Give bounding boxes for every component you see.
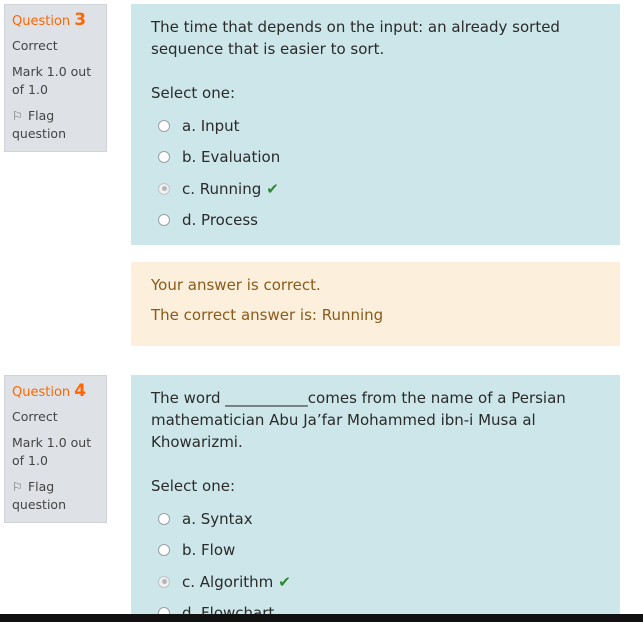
question-grade: Mark 1.0 out of 1.0 — [12, 64, 92, 97]
answer-option-a[interactable]: a. Syntax — [151, 503, 600, 535]
correct-answer-text: The correct answer is: Running — [151, 306, 384, 324]
question-text: The word ___________comes from the name … — [151, 389, 566, 451]
radio-button[interactable] — [158, 119, 170, 132]
answer-label: a. Input — [182, 116, 240, 135]
answer-option-b[interactable]: b. Evaluation — [151, 142, 600, 174]
answer-label: b. Evaluation — [182, 148, 281, 167]
question-state: Correct — [12, 409, 58, 424]
feedback-outcome: Your answer is correct. — [151, 276, 321, 294]
question-number-value: 4 — [74, 381, 87, 401]
question-label: Question — [12, 385, 71, 400]
question-number: Question 3 — [12, 11, 99, 31]
answer-label: a. Syntax — [182, 509, 253, 528]
flag-icon: ⚐ — [12, 109, 23, 123]
question-formulation-4: The word ___________comes from the name … — [131, 375, 620, 622]
question-label: Question — [12, 14, 71, 29]
answer-label: b. Flow — [182, 541, 236, 560]
radio-button-selected[interactable] — [158, 575, 170, 588]
answer-label: d. Process — [182, 211, 258, 230]
question-state: Correct — [12, 38, 58, 53]
flag-icon: ⚐ — [12, 480, 23, 494]
radio-button[interactable] — [158, 151, 170, 164]
taskbar-strip — [0, 614, 643, 622]
question-number-value: 3 — [74, 10, 87, 30]
select-one-prompt: Select one: — [151, 84, 236, 102]
radio-button[interactable] — [158, 512, 170, 525]
answer-option-c[interactable]: c. Algorithm ✔ — [151, 566, 600, 598]
answer-option-a[interactable]: a. Input — [151, 110, 600, 142]
question-grade: Mark 1.0 out of 1.0 — [12, 435, 92, 468]
question-number: Question 4 — [12, 382, 99, 402]
question-formulation-3: The time that depends on the input: an a… — [131, 4, 620, 245]
question-feedback-3: Your answer is correct. The correct answ… — [131, 262, 620, 346]
answer-label: c. Running — [182, 179, 262, 198]
flag-question-link[interactable]: ⚐ Flag question — [12, 107, 99, 143]
check-icon: ✔ — [266, 179, 279, 198]
question-info-4: Question 4 Correct Mark 1.0 out of 1.0 ⚐… — [4, 375, 107, 523]
check-icon: ✔ — [278, 572, 291, 591]
quiz-review-page: Question 3 Correct Mark 1.0 out of 1.0 ⚐… — [0, 0, 643, 622]
radio-button[interactable] — [158, 214, 170, 227]
answer-option-c[interactable]: c. Running ✔ — [151, 173, 600, 205]
question-text: The time that depends on the input: an a… — [151, 18, 560, 58]
answer-label: c. Algorithm — [182, 572, 274, 591]
select-one-prompt: Select one: — [151, 477, 236, 495]
answer-option-d[interactable]: d. Process — [151, 205, 600, 237]
radio-button-selected[interactable] — [158, 182, 170, 195]
flag-question-link[interactable]: ⚐ Flag question — [12, 478, 99, 514]
question-info-3: Question 3 Correct Mark 1.0 out of 1.0 ⚐… — [4, 4, 107, 152]
answer-option-b[interactable]: b. Flow — [151, 535, 600, 567]
radio-button[interactable] — [158, 544, 170, 557]
